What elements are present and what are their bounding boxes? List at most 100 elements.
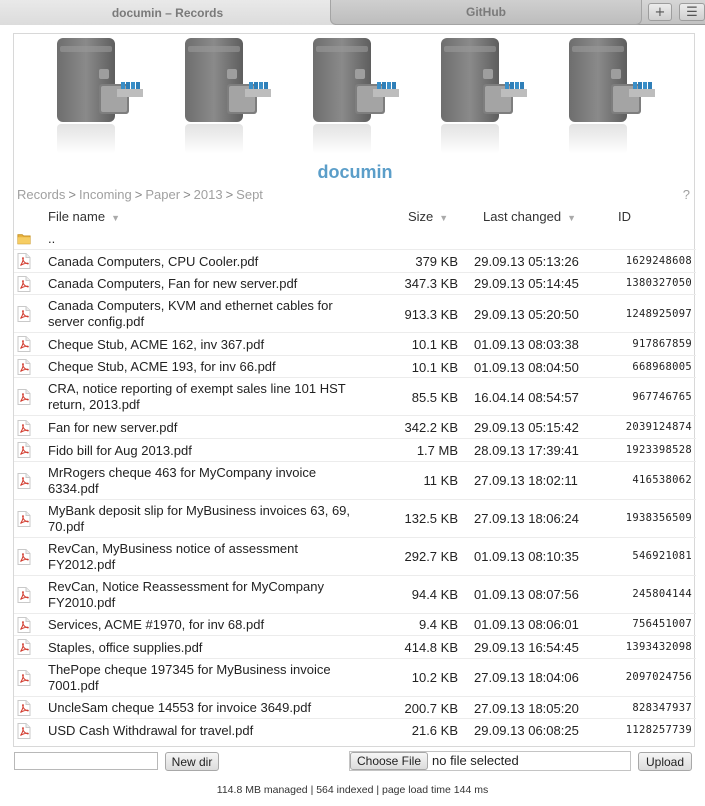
file-name[interactable]: Canada Computers, CPU Cooler.pdf (48, 254, 358, 270)
last-changed: 01.09.13 08:03:38 (474, 336, 579, 352)
table-row[interactable]: Fido bill for Aug 2013.pdf 1.7 MB 28.09.… (14, 438, 696, 461)
pdf-file-icon (17, 586, 31, 603)
file-name[interactable]: MrRogers cheque 463 for MyCompany invoic… (48, 465, 358, 497)
column-header-name[interactable]: File name ▼ (48, 209, 120, 224)
tab-documin-records[interactable]: documin – Records (0, 0, 336, 25)
column-header-id: ID (618, 209, 631, 224)
file-id: 2039124874 (625, 421, 692, 434)
last-changed: 29.09.13 05:20:50 (474, 306, 579, 322)
last-changed: 01.09.13 08:10:35 (474, 549, 579, 565)
table-row[interactable]: MrRogers cheque 463 for MyCompany invoic… (14, 460, 696, 499)
table-row[interactable]: Services, ACME #1970, for inv 68.pdf 9.4… (14, 612, 696, 636)
file-name[interactable]: RevCan, MyBusiness notice of assessment … (48, 541, 358, 573)
tab-github[interactable]: GitHub (330, 0, 642, 25)
file-size: 11 KB (423, 473, 458, 489)
table-row[interactable]: ThePope cheque 197345 for MyBusiness inv… (14, 657, 696, 696)
table-row[interactable]: Fan for new server.pdf 342.2 KB 29.09.13… (14, 415, 696, 438)
folder-icon (17, 231, 31, 247)
last-changed: 29.09.13 05:14:45 (474, 276, 579, 292)
breadcrumb-item-4[interactable]: Sept (236, 187, 263, 202)
selected-file-text: no file selected (432, 753, 519, 768)
file-id: 828347937 (632, 701, 692, 714)
last-changed: 01.09.13 08:07:56 (474, 587, 579, 603)
browser-tab-bar: documin – Records GitHub + ☰ (0, 0, 705, 25)
new-dir-button[interactable]: New dir (165, 752, 219, 771)
file-size: 132.5 KB (404, 511, 459, 527)
table-row[interactable]: CRA, notice reporting of exempt sales li… (14, 377, 696, 415)
file-name[interactable]: Cheque Stub, ACME 193, for inv 66.pdf (48, 359, 358, 375)
table-row[interactable]: RevCan, MyBusiness notice of assessment … (14, 536, 696, 575)
tab-menu-button[interactable]: ☰ (679, 3, 705, 21)
parent-dir-row[interactable]: .. (14, 227, 696, 249)
table-row[interactable]: USD Cash Withdrawal for travel.pdf 21.6 … (14, 718, 696, 741)
tab-title: GitHub (466, 5, 506, 19)
table-header: File name ▼ Size ▼ Last changed ▼ ID (14, 207, 696, 227)
column-label: File name (48, 209, 106, 224)
file-size: 414.8 KB (404, 639, 459, 655)
file-name[interactable]: Services, ACME #1970, for inv 68.pdf (48, 617, 358, 633)
new-dir-input[interactable] (14, 752, 158, 770)
file-name[interactable]: MyBank deposit slip for MyBusiness invoi… (48, 503, 358, 535)
choose-file-button[interactable]: Choose File (350, 752, 428, 770)
button-label: New dir (171, 754, 213, 769)
file-name[interactable]: Fido bill for Aug 2013.pdf (48, 443, 358, 459)
file-name[interactable]: USD Cash Withdrawal for travel.pdf (48, 723, 358, 739)
pdf-file-icon (17, 336, 31, 353)
breadcrumb-item-1[interactable]: Incoming (79, 187, 132, 202)
file-id: 1393432098 (625, 640, 692, 653)
last-changed: 27.09.13 18:05:20 (474, 700, 579, 716)
column-header-size[interactable]: Size ▼ (408, 209, 448, 224)
file-name[interactable]: .. (48, 231, 358, 247)
help-link[interactable]: ? (683, 187, 690, 202)
pdf-file-icon (17, 306, 31, 323)
table-row[interactable]: RevCan, Notice Reassessment for MyCompan… (14, 574, 696, 613)
file-size: 21.6 KB (411, 723, 458, 739)
file-id: 2097024756 (625, 671, 692, 684)
file-id: 1248925097 (625, 307, 692, 320)
button-label: Upload (645, 754, 685, 769)
breadcrumb-separator: > (68, 187, 77, 202)
breadcrumb-item-3[interactable]: 2013 (194, 187, 223, 202)
app-logo[interactable]: documin (14, 162, 696, 183)
file-cabinet-icon (567, 36, 657, 156)
file-name[interactable]: Fan for new server.pdf (48, 420, 358, 436)
table-row[interactable]: UncleSam cheque 14553 for invoice 3649.p… (14, 695, 696, 719)
file-size: 9.4 KB (418, 617, 458, 633)
file-id: 756451007 (632, 618, 692, 631)
table-row[interactable]: Cheque Stub, ACME 162, inv 367.pdf 10.1 … (14, 332, 696, 355)
file-cabinet-icon (311, 36, 401, 156)
breadcrumb-item-2[interactable]: Paper (145, 187, 180, 202)
file-name[interactable]: Cheque Stub, ACME 162, inv 367.pdf (48, 337, 358, 353)
upload-button[interactable]: Upload (638, 752, 692, 771)
file-name[interactable]: ThePope cheque 197345 for MyBusiness inv… (48, 662, 358, 694)
pdf-file-icon (17, 275, 31, 292)
pdf-file-icon (17, 548, 31, 565)
pdf-file-icon (17, 359, 31, 376)
file-name[interactable]: RevCan, Notice Reassessment for MyCompan… (48, 579, 358, 611)
table-row[interactable]: Cheque Stub, ACME 193, for inv 66.pdf 10… (14, 354, 696, 378)
file-name[interactable]: Staples, office supplies.pdf (48, 640, 358, 656)
tab-title: documin – Records (111, 5, 224, 20)
pdf-file-icon (17, 722, 31, 739)
pdf-file-icon (17, 510, 31, 527)
column-header-changed[interactable]: Last changed ▼ (483, 209, 576, 224)
table-row[interactable]: Canada Computers, Fan for new server.pdf… (14, 271, 696, 295)
last-changed: 28.09.13 17:39:41 (474, 442, 579, 458)
sort-down-icon: ▼ (111, 213, 120, 223)
file-name[interactable]: Canada Computers, KVM and ethernet cable… (48, 298, 358, 330)
file-name[interactable]: CRA, notice reporting of exempt sales li… (48, 381, 358, 413)
file-id: 917867859 (632, 337, 692, 350)
file-name[interactable]: Canada Computers, Fan for new server.pdf (48, 276, 358, 292)
table-row[interactable]: Canada Computers, CPU Cooler.pdf 379 KB … (14, 249, 696, 272)
table-row[interactable]: MyBank deposit slip for MyBusiness invoi… (14, 498, 696, 537)
breadcrumb-item-0[interactable]: Records (17, 187, 65, 202)
file-size: 347.3 KB (404, 276, 459, 292)
table-row[interactable]: Canada Computers, KVM and ethernet cable… (14, 294, 696, 332)
file-size: 200.7 KB (404, 700, 459, 716)
file-name[interactable]: UncleSam cheque 14553 for invoice 3649.p… (48, 700, 358, 716)
new-tab-button[interactable]: + (648, 3, 672, 21)
sort-down-icon: ▼ (439, 213, 449, 223)
file-size: 1.7 MB (416, 442, 458, 458)
status-footer: 114.8 MB managed | 564 indexed | page lo… (216, 784, 489, 796)
table-row[interactable]: Staples, office supplies.pdf 414.8 KB 29… (14, 635, 696, 658)
